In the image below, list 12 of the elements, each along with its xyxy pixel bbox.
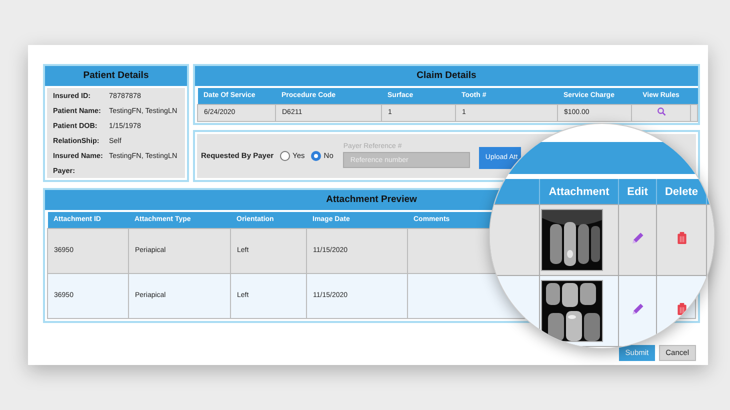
column-header: Edit <box>618 179 656 204</box>
trash-icon[interactable] <box>676 302 688 316</box>
column-header: Attachment <box>540 179 618 204</box>
radio-button[interactable] <box>310 150 321 160</box>
panel-title: Patient Details <box>45 66 187 86</box>
trash-icon[interactable] <box>676 230 688 244</box>
pencil-icon[interactable] <box>630 230 644 244</box>
pencil-icon[interactable] <box>630 302 644 316</box>
radio-button[interactable] <box>280 150 290 160</box>
column-header: Delete <box>656 179 706 204</box>
panel-title: Claim Details <box>195 66 698 86</box>
search-icon[interactable] <box>656 107 666 116</box>
